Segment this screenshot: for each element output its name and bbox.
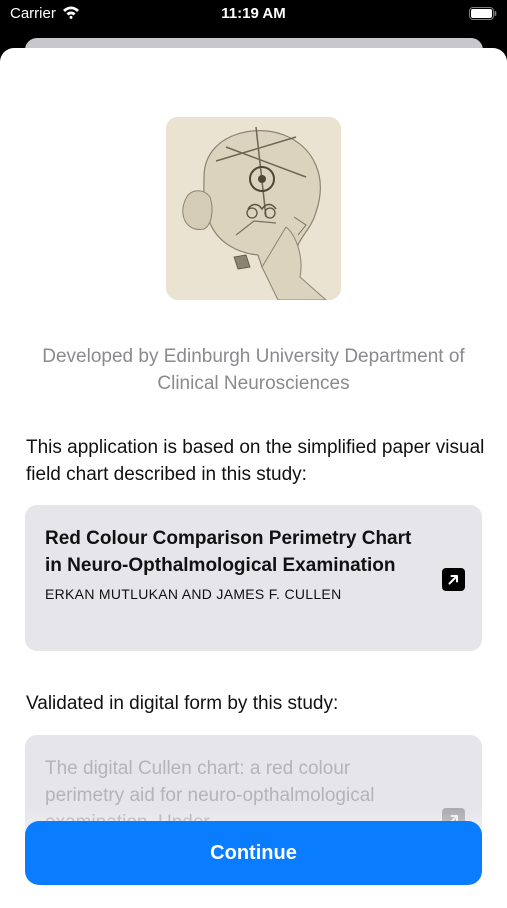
intro-text: This application is based on the simplif… xyxy=(26,437,485,485)
external-link-icon xyxy=(442,568,465,591)
status-bar: Carrier 11:19 AM xyxy=(0,0,507,30)
study-link-card[interactable]: Red Colour Comparison Perimetry Chart in… xyxy=(25,505,482,651)
battery-icon xyxy=(469,7,497,20)
surgical-illustration-image xyxy=(166,117,341,300)
continue-button[interactable]: Continue xyxy=(25,821,482,885)
status-time: 11:19 AM xyxy=(221,5,286,22)
developer-credit: Developed by Edinburgh University Depart… xyxy=(42,346,465,394)
study-title: Red Colour Comparison Perimetry Chart in… xyxy=(45,528,412,576)
validated-label: Validated in digital form by this study: xyxy=(26,693,339,714)
about-sheet: Developed by Edinburgh University Depart… xyxy=(0,48,507,908)
study-authors: ERKAN MUTLUKAN AND JAMES F. CULLEN xyxy=(45,586,342,602)
